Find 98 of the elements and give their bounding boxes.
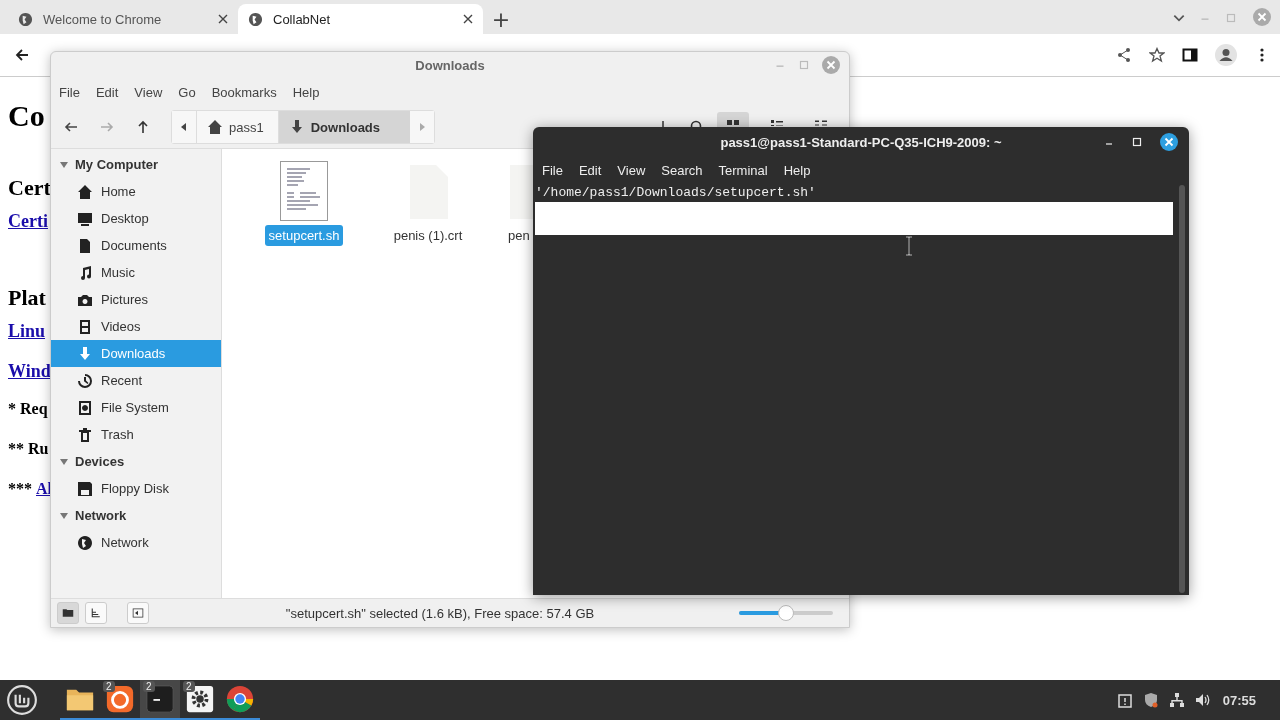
globe-icon xyxy=(77,534,93,551)
sidebar-section[interactable]: Devices xyxy=(75,454,125,469)
path-button[interactable]: Downloads xyxy=(277,111,411,143)
browser-icon xyxy=(225,684,255,714)
section-heading: Cert xyxy=(8,175,51,201)
menu-item[interactable]: Help xyxy=(292,84,320,100)
sidebar-section[interactable]: Network xyxy=(75,508,127,523)
new-tab-button[interactable]: + xyxy=(483,4,519,34)
sidebar-item[interactable]: Recent xyxy=(51,367,221,394)
page-link[interactable]: Linu xyxy=(8,321,46,347)
sidebar-item[interactable]: Network xyxy=(51,529,221,556)
sidebar-item[interactable]: File System xyxy=(51,394,221,421)
tree-icon xyxy=(90,607,102,619)
scrollbar[interactable] xyxy=(1179,185,1185,593)
document-icon xyxy=(77,237,93,254)
home-icon xyxy=(207,119,223,135)
count-badge: 2 xyxy=(103,681,115,692)
page-link[interactable]: Wind xyxy=(8,361,51,387)
volume-icon[interactable] xyxy=(1194,692,1211,708)
close-icon[interactable] xyxy=(1159,132,1179,152)
star-icon[interactable] xyxy=(1149,47,1165,63)
sidebar-item[interactable]: Music xyxy=(51,259,221,286)
drive-icon xyxy=(77,399,93,416)
clipboard-icon[interactable] xyxy=(1116,692,1133,708)
menu-item[interactable]: View xyxy=(134,84,163,100)
profile-icon[interactable] xyxy=(1215,44,1237,66)
sidebar-toggle-button[interactable] xyxy=(127,602,149,624)
count-badge: 2 xyxy=(143,681,155,692)
menu-item[interactable]: Search xyxy=(661,162,703,178)
taskbar-app[interactable]: 2 xyxy=(140,680,180,720)
clock[interactable]: 07:55 xyxy=(1222,692,1256,708)
film-icon xyxy=(77,318,93,335)
down-arrow-icon xyxy=(77,345,93,362)
globe-icon xyxy=(248,11,263,27)
text-cursor-icon xyxy=(904,236,914,256)
sidebar-item[interactable]: Floppy Disk xyxy=(51,475,221,502)
close-icon[interactable] xyxy=(218,14,228,24)
home-icon xyxy=(77,183,93,200)
grid-icon xyxy=(727,120,739,126)
sidebar-item[interactable]: Documents xyxy=(51,232,221,259)
menu-logo-icon[interactable] xyxy=(6,684,38,716)
taskbar-app[interactable]: 2 xyxy=(180,680,220,720)
text-file-icon[interactable] xyxy=(280,161,328,221)
sidebar-section[interactable]: My Computer xyxy=(75,157,159,172)
menu-item[interactable]: Go xyxy=(178,84,196,100)
browser-tab[interactable]: CollabNet xyxy=(238,4,483,34)
clock-icon xyxy=(77,372,93,389)
ring-app-icon xyxy=(105,684,135,714)
sidebar-item[interactable]: Videos xyxy=(51,313,221,340)
share-icon[interactable] xyxy=(1116,47,1132,63)
taskbar-app[interactable]: 2 xyxy=(100,680,140,720)
trash-icon xyxy=(77,426,93,443)
window-title: pass1@pass1-Standard-PC-Q35-ICH9-2009: ~ xyxy=(720,134,1002,150)
tree-button[interactable] xyxy=(85,602,107,624)
menu-item[interactable]: Edit xyxy=(578,162,602,178)
menu-item[interactable]: File xyxy=(542,162,563,178)
settings-icon xyxy=(185,684,215,714)
close-icon[interactable] xyxy=(463,14,473,24)
right-triangle-icon xyxy=(418,122,427,132)
page-heading: Co xyxy=(8,99,45,134)
side-panel-icon[interactable] xyxy=(1182,47,1198,63)
window-title: Downloads xyxy=(415,57,485,73)
note-text: ** Ru xyxy=(8,440,49,458)
menu-item[interactable]: Terminal xyxy=(718,162,768,178)
left-triangle-icon xyxy=(180,122,188,132)
menu-item[interactable]: File xyxy=(59,84,80,100)
sidebar-item[interactable]: Trash xyxy=(51,421,221,448)
count-badge: 2 xyxy=(183,681,195,692)
expander-icon[interactable] xyxy=(59,456,69,467)
monitor-icon xyxy=(77,210,93,227)
sidebar-item[interactable]: Home xyxy=(51,178,221,205)
panel-icon xyxy=(132,607,144,619)
shield-icon[interactable] xyxy=(1142,692,1159,708)
sidebar-item[interactable]: Pictures xyxy=(51,286,221,313)
menu-item[interactable]: View xyxy=(617,162,646,178)
page-link[interactable]: Certi xyxy=(8,211,48,237)
expander-icon[interactable] xyxy=(59,159,69,170)
network-icon[interactable] xyxy=(1168,692,1185,708)
note-text: *** xyxy=(8,480,32,498)
terminal-line: '/home/pass1/Downloads/setupcert.sh' xyxy=(535,184,817,202)
maximize-icon[interactable] xyxy=(1131,136,1143,148)
expander-icon[interactable] xyxy=(59,510,69,521)
note-text: * Req xyxy=(8,400,48,418)
folder-icon xyxy=(62,607,74,619)
menu-item[interactable]: Help xyxy=(783,162,811,178)
icon-view-button[interactable] xyxy=(717,112,749,127)
menu-item[interactable]: Edit xyxy=(95,84,119,100)
globe-icon xyxy=(18,11,33,27)
section-heading: Plat xyxy=(8,285,46,311)
places-button[interactable] xyxy=(57,602,79,624)
browser-tab[interactable]: Welcome to Chrome xyxy=(8,4,238,34)
sidebar-item[interactable]: Desktop xyxy=(51,205,221,232)
status-text: "setupcert.sh" selected (1.6 kB), Free space: 57.4 GB xyxy=(284,605,596,621)
file-name[interactable]: pen xyxy=(504,225,534,246)
terminal-icon xyxy=(145,684,175,714)
back-arrow-icon[interactable] xyxy=(14,47,30,63)
file-name[interactable]: penis (1).crt xyxy=(389,225,467,246)
menu-item[interactable]: Bookmarks xyxy=(211,84,277,100)
